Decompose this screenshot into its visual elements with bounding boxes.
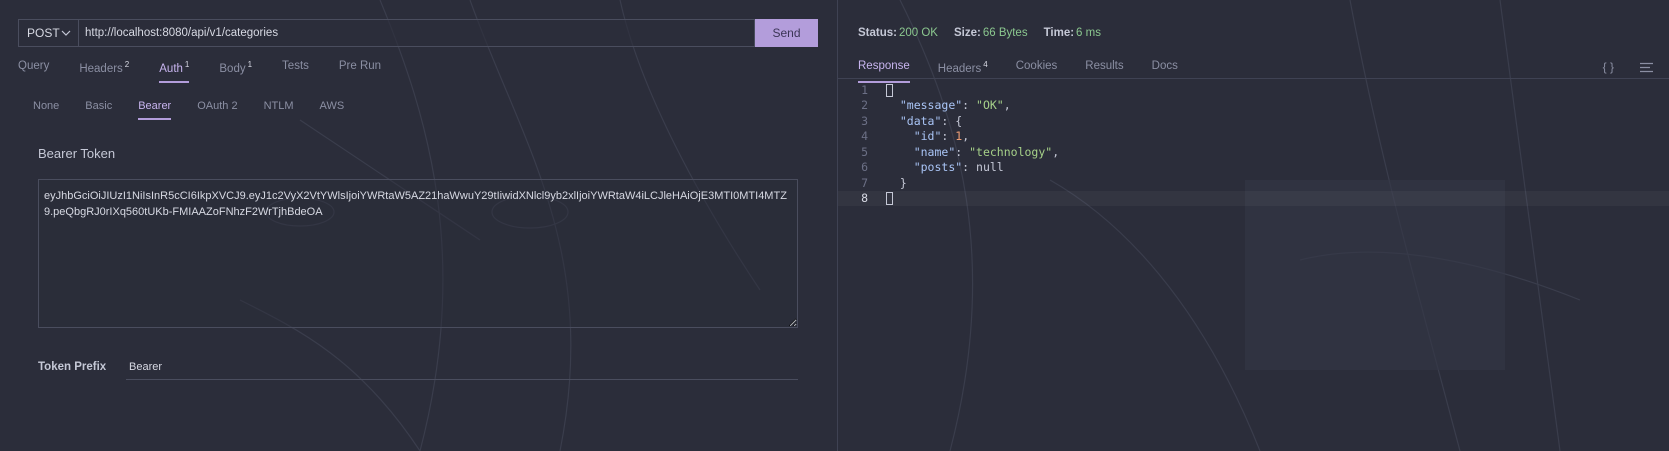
time-label: Time: <box>1043 27 1075 39</box>
code-line: 6 "posts": null <box>838 160 1669 176</box>
tab-pre-run[interactable]: Pre Run <box>339 60 381 83</box>
code-line: 1 <box>838 82 1669 98</box>
tab-headers[interactable]: Headers 2 <box>79 60 129 83</box>
line-number: 4 <box>861 129 868 144</box>
json-key: "message" <box>899 98 963 113</box>
tab-cookies[interactable]: Cookies <box>1016 60 1058 83</box>
line-number: 6 <box>861 160 868 175</box>
code-line: 2 "message": "OK", <box>838 98 1669 114</box>
time-info: Time: 6 ms <box>1044 27 1101 39</box>
status-label: Status: <box>858 27 897 39</box>
tab-query[interactable]: Query <box>18 60 49 83</box>
request-pane: POST Send Query Headers2 Auth1 Body1 Tes… <box>0 0 837 451</box>
json-string: "technology" <box>969 144 1053 159</box>
chevron-down-icon <box>61 30 71 36</box>
braces-icon[interactable]: { } <box>1603 60 1614 74</box>
code-text: "message": "OK", <box>899 98 1011 113</box>
bearer-token-input[interactable] <box>38 179 798 328</box>
response-toolbar: { } <box>1603 60 1653 74</box>
size-info: Size: 66 Bytes <box>954 27 1028 39</box>
bearer-token-label: Bearer Token <box>38 146 116 161</box>
tab-auth[interactable]: Auth 1 <box>159 60 190 83</box>
json-key: "posts" <box>913 160 963 175</box>
response-body[interactable]: 1 2 "message": "OK", 3 "data": { 4 "id":… <box>838 82 1669 206</box>
auth-tab-basic[interactable]: Basic <box>85 100 112 120</box>
code-text <box>868 191 893 206</box>
code-text: "data": { <box>899 113 963 128</box>
tab-label: Headers <box>937 62 982 75</box>
auth-tab-oauth2[interactable]: OAuth 2 <box>197 100 237 120</box>
tab-label: Query <box>18 60 50 72</box>
code-text: "name": "technology", <box>913 144 1060 159</box>
tab-docs[interactable]: Docs <box>1152 60 1178 83</box>
size-value: 66 Bytes <box>982 27 1028 39</box>
json-null: null <box>976 160 1004 175</box>
body-count-badge: 1 <box>247 60 253 69</box>
auth-tab-bearer[interactable]: Bearer <box>138 100 172 120</box>
token-prefix-label: Token Prefix <box>38 361 107 373</box>
auth-tab-ntlm[interactable]: NTLM <box>264 100 294 120</box>
tab-label: Results <box>1085 60 1124 72</box>
method-select[interactable]: POST <box>18 19 78 47</box>
code-line-current: 8 <box>838 190 1669 206</box>
tab-label: Body <box>219 62 246 75</box>
token-prefix-input[interactable] <box>126 354 798 380</box>
code-line: 5 "name": "technology", <box>838 144 1669 160</box>
tab-response[interactable]: Response <box>858 60 910 83</box>
tab-label: Tests <box>282 60 309 72</box>
url-bar: POST Send <box>18 19 818 47</box>
code-text: "posts": null <box>913 160 1004 175</box>
code-line: 7 } <box>838 175 1669 191</box>
json-key: "name" <box>913 144 956 159</box>
tab-label: Pre Run <box>338 60 382 72</box>
bracket-match-open <box>886 83 893 97</box>
response-headers-badge: 4 <box>983 60 988 69</box>
status-info: Status: 200 OK <box>858 27 938 39</box>
auth-type-tabs: None Basic Bearer OAuth 2 NTLM AWS <box>33 100 370 120</box>
headers-count-badge: 2 <box>124 60 130 69</box>
send-button[interactable]: Send <box>755 19 818 47</box>
tab-label: Auth <box>159 62 183 75</box>
tab-label: Docs <box>1151 60 1178 72</box>
auth-tab-none[interactable]: None <box>33 100 59 120</box>
request-tabs: Query Headers 2 Auth 1 Body 1 Tests Pre Run <box>18 60 411 83</box>
json-key: "data" <box>899 113 942 128</box>
line-number: 5 <box>861 144 868 159</box>
tab-response-headers[interactable]: Headers 4 <box>938 60 988 83</box>
line-number: 2 <box>861 98 868 113</box>
code-text: } <box>886 175 907 190</box>
tab-label: Cookies <box>1015 60 1058 72</box>
time-value: 6 ms <box>1076 27 1101 39</box>
tab-results[interactable]: Results <box>1085 60 1123 83</box>
tab-tests[interactable]: Tests <box>282 60 309 83</box>
status-value: 200 OK <box>898 27 938 39</box>
code-text <box>868 83 893 97</box>
auth-count-badge: 1 <box>184 60 190 69</box>
code-text: "id": 1, <box>913 129 970 144</box>
auth-tab-aws[interactable]: AWS <box>320 100 345 120</box>
tab-label: Headers <box>79 62 123 75</box>
menu-icon[interactable] <box>1640 62 1653 73</box>
method-label: POST <box>27 26 60 40</box>
response-pane: Status: 200 OK Size: 66 Bytes Time: 6 ms Re… <box>838 0 1669 451</box>
line-number: 7 <box>861 175 868 190</box>
tab-body[interactable]: Body 1 <box>219 60 252 83</box>
json-string: "OK" <box>976 98 1004 113</box>
response-meta: Status: 200 OK Size: 66 Bytes Time: 6 ms <box>858 27 1117 39</box>
code-line: 4 "id": 1, <box>838 129 1669 145</box>
line-number: 1 <box>861 82 868 97</box>
code-line: 3 "data": { <box>838 113 1669 129</box>
tab-label: Response <box>858 60 910 72</box>
response-tabs-divider <box>838 78 1669 79</box>
response-tabs: Response Headers 4 Cookies Results Docs <box>858 60 1206 83</box>
line-number: 8 <box>861 191 868 206</box>
line-number: 3 <box>861 113 868 128</box>
url-input[interactable] <box>78 19 755 47</box>
json-key: "id" <box>913 129 942 144</box>
size-label: Size: <box>953 27 981 39</box>
bracket-match-close <box>886 192 893 206</box>
